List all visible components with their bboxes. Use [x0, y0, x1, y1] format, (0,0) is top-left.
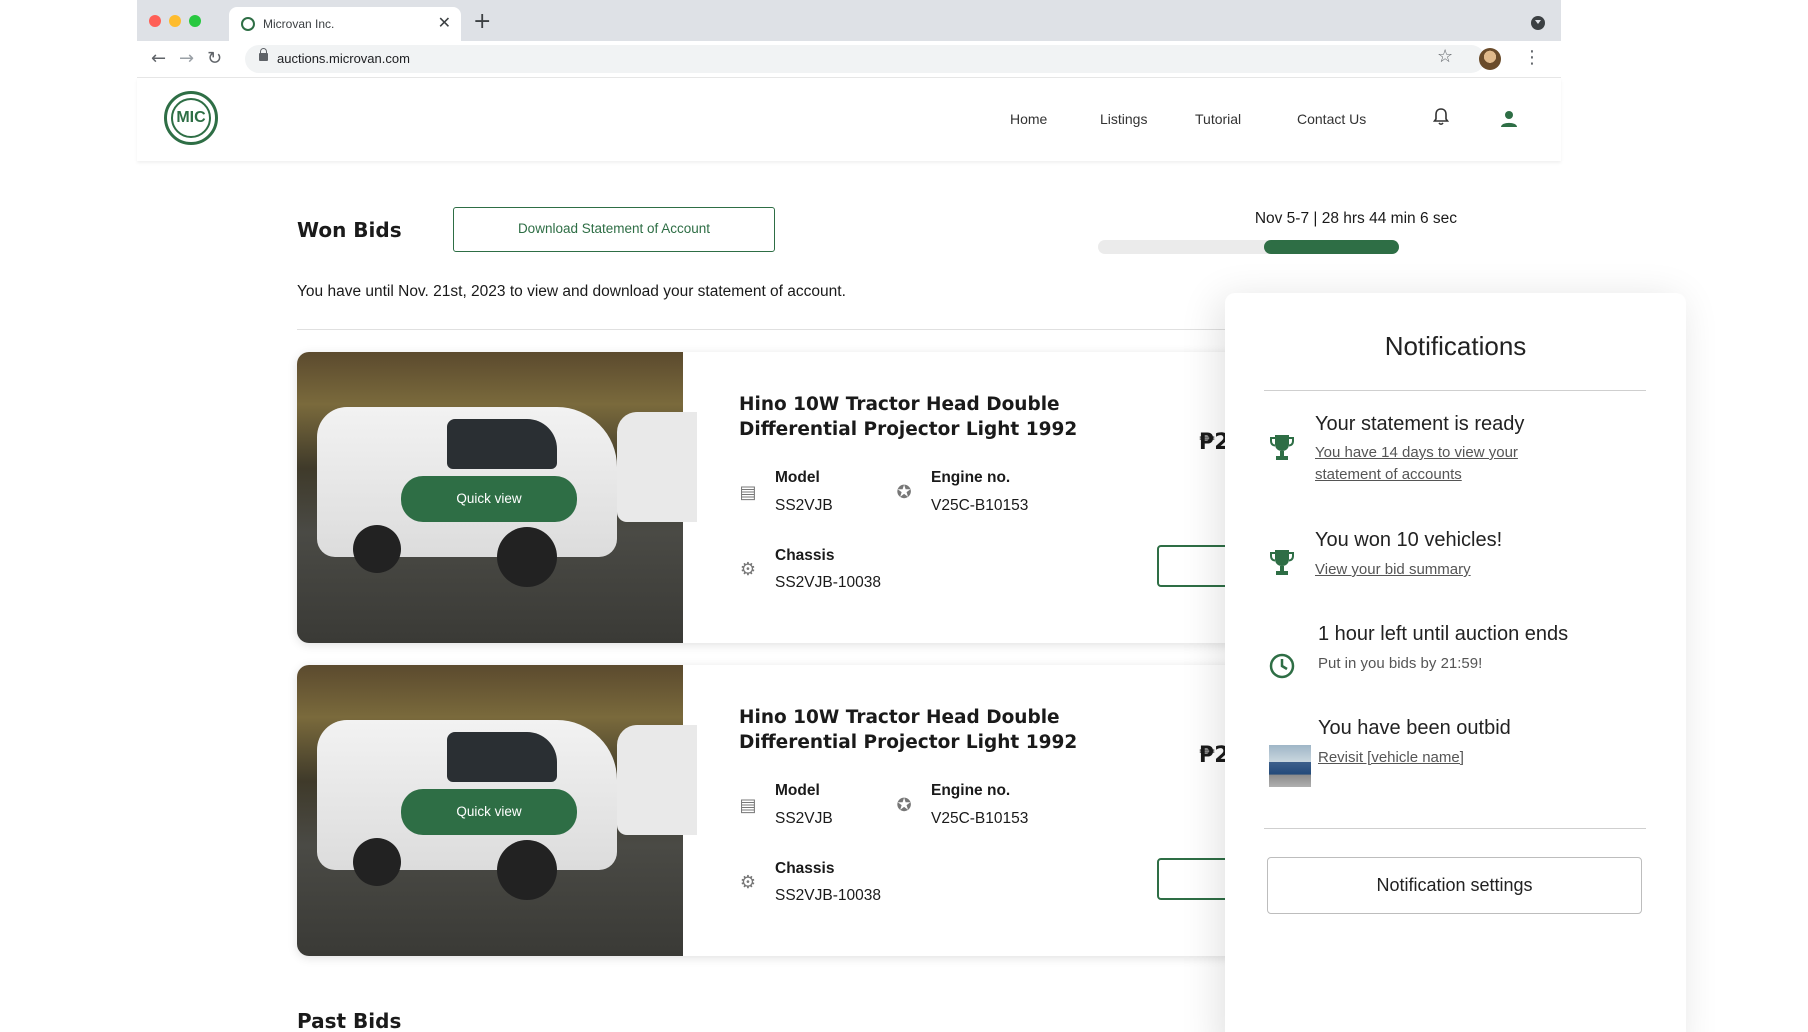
- profile-avatar[interactable]: [1479, 48, 1501, 70]
- more-options-icon[interactable]: ⋮: [1523, 47, 1541, 68]
- notifications-panel: Notifications Your statement is ready Yo…: [1225, 293, 1686, 1032]
- chassis-label: Chassis: [775, 547, 835, 564]
- nav-tutorial[interactable]: Tutorial: [1195, 111, 1241, 127]
- notifications-divider: [1264, 828, 1646, 829]
- auction-timer: Nov 5-7 | 28 hrs 44 min 6 sec: [1254, 210, 1457, 227]
- tab-bar: Microvan Inc. ✕ +: [137, 0, 1561, 41]
- trophy-icon: [1270, 550, 1294, 575]
- reload-icon[interactable]: ↻: [207, 48, 222, 69]
- notification-settings-button[interactable]: Notification settings: [1267, 857, 1642, 914]
- notifications-title: Notifications: [1384, 331, 1527, 361]
- clock-icon: [1269, 653, 1295, 679]
- screen: Microvan Inc. ✕ + ← → ↻ auctions.microva…: [0, 0, 1808, 1032]
- van-image-background: [617, 725, 697, 835]
- vehicle-title[interactable]: Hino 10W Tractor Head Double Differentia…: [739, 392, 1159, 442]
- nav-contact-us[interactable]: Contact Us: [1297, 111, 1366, 127]
- close-icon[interactable]: ✕: [438, 13, 451, 32]
- back-icon[interactable]: ←: [151, 48, 166, 69]
- maximize-window-dot[interactable]: [189, 15, 201, 27]
- minimize-window-dot[interactable]: [169, 15, 181, 27]
- engine-value: V25C-B10153: [931, 810, 1029, 827]
- chassis-value: SS2VJB-10038: [775, 574, 881, 591]
- trophy-icon: [1270, 435, 1294, 460]
- van-image-background: [617, 412, 697, 522]
- favicon-icon: [241, 17, 255, 31]
- engine-icon: ✪: [896, 795, 912, 816]
- notification-link[interactable]: Revisit [vehicle name]: [1318, 747, 1464, 769]
- quick-view-button[interactable]: Quick view: [401, 789, 577, 835]
- bus-icon: ▤: [739, 795, 757, 816]
- notification-title: You won 10 vehicles!: [1315, 529, 1503, 551]
- browser-tab[interactable]: Microvan Inc. ✕: [229, 7, 461, 41]
- chassis-value: SS2VJB-10038: [775, 887, 881, 904]
- vehicle-photo: Quick view: [297, 665, 697, 956]
- engine-value: V25C-B10153: [931, 497, 1029, 514]
- quick-view-button[interactable]: Quick view: [401, 476, 577, 522]
- chassis-icon: ⚙: [739, 559, 757, 580]
- url-text: auctions.microvan.com: [277, 51, 410, 66]
- tab-title: Microvan Inc.: [263, 17, 335, 31]
- statement-notice: You have until Nov. 21st, 2023 to view a…: [297, 283, 846, 300]
- auction-progress-bar: [1098, 240, 1399, 254]
- site-header: MIC Home Listings Tutorial Contact Us: [137, 78, 1561, 161]
- tab-search-icon[interactable]: [1531, 16, 1545, 30]
- notification-subtext: Put in you bids by 21:59!: [1318, 655, 1483, 672]
- new-tab-icon[interactable]: +: [473, 9, 491, 34]
- notification-link[interactable]: View your bid summary: [1315, 559, 1471, 581]
- chassis-icon: ⚙: [739, 872, 757, 893]
- engine-label: Engine no.: [931, 782, 1011, 799]
- nav-listings[interactable]: Listings: [1100, 111, 1147, 127]
- microvan-logo[interactable]: MIC: [164, 91, 218, 145]
- notification-link-line-1[interactable]: You have 14 days to view your: [1315, 442, 1518, 464]
- notification-link-line-2[interactable]: statement of accounts: [1315, 464, 1462, 486]
- user-icon[interactable]: [1500, 110, 1518, 128]
- model-value: SS2VJB: [775, 497, 833, 514]
- engine-label: Engine no.: [931, 469, 1011, 486]
- nav-home[interactable]: Home: [1010, 111, 1047, 127]
- notification-title: Your statement is ready: [1315, 413, 1525, 435]
- address-bar: ← → ↻ auctions.microvan.com ☆ ⋮: [137, 41, 1561, 78]
- auction-progress-fill: [1263, 240, 1399, 254]
- bus-icon: ▤: [739, 482, 757, 503]
- past-bids-title: Past Bids: [297, 1009, 402, 1032]
- engine-icon: ✪: [896, 482, 912, 503]
- vehicle-photo: Quick view: [297, 352, 697, 643]
- forward-icon[interactable]: →: [179, 48, 194, 69]
- notifications-divider: [1264, 390, 1646, 391]
- vehicle-thumbnail: [1269, 745, 1311, 787]
- lock-icon: [259, 48, 268, 61]
- bell-icon[interactable]: [1433, 108, 1449, 126]
- won-bids-title: Won Bids: [297, 218, 402, 242]
- bookmark-star-icon[interactable]: ☆: [1437, 46, 1453, 67]
- chassis-label: Chassis: [775, 860, 835, 877]
- download-statement-button[interactable]: Download Statement of Account: [453, 207, 775, 252]
- close-window-dot[interactable]: [149, 15, 161, 27]
- model-label: Model: [775, 782, 820, 799]
- model-value: SS2VJB: [775, 810, 833, 827]
- model-label: Model: [775, 469, 820, 486]
- logo-text: MIC: [171, 98, 211, 138]
- notification-title: 1 hour left until auction ends: [1318, 623, 1569, 645]
- vehicle-title[interactable]: Hino 10W Tractor Head Double Differentia…: [739, 705, 1159, 755]
- url-field[interactable]: auctions.microvan.com: [245, 45, 1485, 73]
- notification-title: You have been outbid: [1318, 717, 1511, 739]
